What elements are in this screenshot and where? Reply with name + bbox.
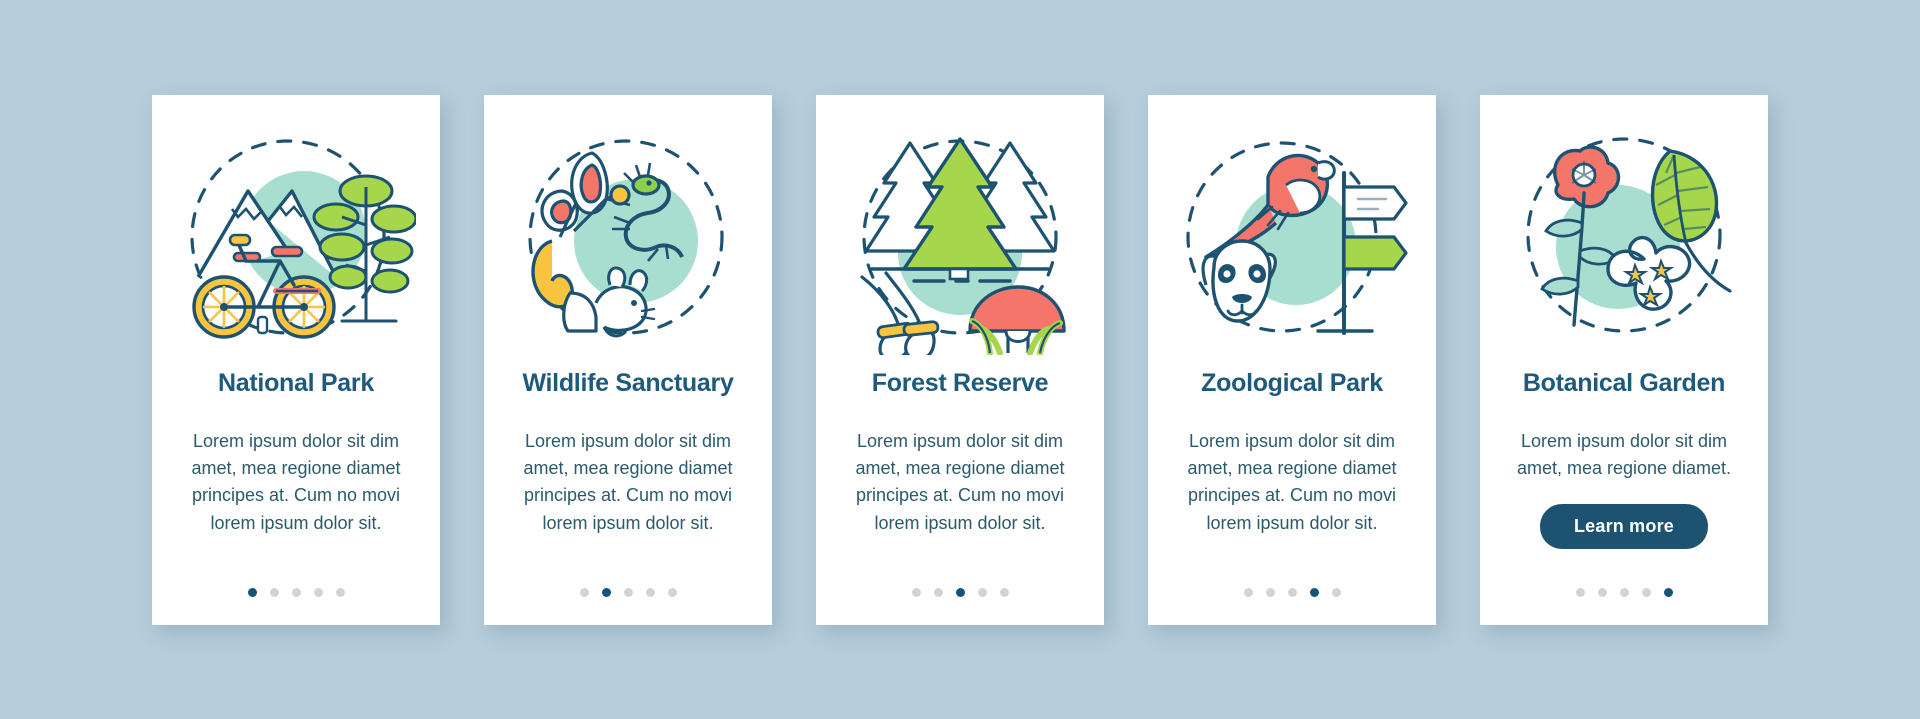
pagination-dot[interactable] [1641,587,1651,597]
onboarding-card-botanical-garden[interactable]: Botanical Garden Lorem ipsum dolor sit d… [1480,94,1768,625]
pagination-dot[interactable] [977,587,987,597]
pagination-dot[interactable] [1619,587,1629,597]
card-title: National Park [218,368,374,397]
pagination-dot[interactable] [1597,587,1607,597]
butterfly-squirrel-lizard-icon [528,138,724,337]
pagination-dot[interactable] [601,587,611,597]
onboarding-card-national-park[interactable]: National Park Lorem ipsum dolor sit dim … [152,94,440,625]
card-title: Wildlife Sanctuary [522,368,734,397]
pagination-dots[interactable] [816,587,1104,597]
pagination-dot[interactable] [247,587,257,597]
card-title: Zoological Park [1201,368,1383,397]
mountains-bicycle-tree-icon [190,138,416,339]
pagination-dot[interactable] [645,587,655,597]
pagination-dot[interactable] [999,587,1009,597]
pagination-dot[interactable] [579,587,589,597]
pagination-dot[interactable] [1243,587,1253,597]
pagination-dot[interactable] [623,587,633,597]
card-body: Lorem ipsum dolor sit dim amet, mea regi… [1187,430,1397,533]
pagination-dot[interactable] [335,587,345,597]
card-body: Lorem ipsum dolor sit dim amet, mea regi… [855,430,1065,533]
pagination-dot[interactable] [1265,587,1275,597]
pagination-dot[interactable] [1309,587,1319,597]
learn-more-button[interactable]: Learn more [1539,504,1709,550]
pagination-dots[interactable] [1480,587,1768,597]
pagination-dot[interactable] [1575,587,1585,597]
onboarding-card-zoological-park[interactable]: Zoological Park Lorem ipsum dolor sit di… [1148,94,1436,625]
pagination-dot[interactable] [933,587,943,597]
card-title: Botanical Garden [1522,368,1726,397]
pagination-dots[interactable] [484,587,772,597]
pagination-dot[interactable] [911,587,921,597]
pagination-dot[interactable] [1663,587,1673,597]
pagination-dot[interactable] [955,587,965,597]
pagination-dots[interactable] [1148,587,1436,597]
pagination-dots[interactable] [152,587,440,597]
onboarding-screens: National Park Lorem ipsum dolor sit dim … [0,0,1920,719]
pine-trees-mushroom-acorn-icon [860,136,1066,355]
onboarding-card-forest-reserve[interactable]: Forest Reserve Lorem ipsum dolor sit dim… [816,94,1104,625]
pagination-dot[interactable] [667,587,677,597]
card-body: Lorem ipsum dolor sit dim amet, mea regi… [523,430,733,533]
pagination-dot[interactable] [1331,587,1341,597]
card-body: Lorem ipsum dolor sit dim amet, mea regi… [191,430,401,533]
poppy-leaf-flower-icon [1526,136,1732,333]
onboarding-card-wildlife-sanctuary[interactable]: Wildlife Sanctuary Lorem ipsum dolor sit… [484,94,772,625]
pagination-dot[interactable] [291,587,301,597]
pagination-dot[interactable] [313,587,323,597]
card-body: Lorem ipsum dolor sit dim amet, mea regi… [1516,430,1732,478]
parrot-raccoon-signpost-icon [1186,140,1408,335]
pagination-dot[interactable] [269,587,279,597]
card-title: Forest Reserve [871,368,1049,397]
pagination-dot[interactable] [1287,587,1297,597]
